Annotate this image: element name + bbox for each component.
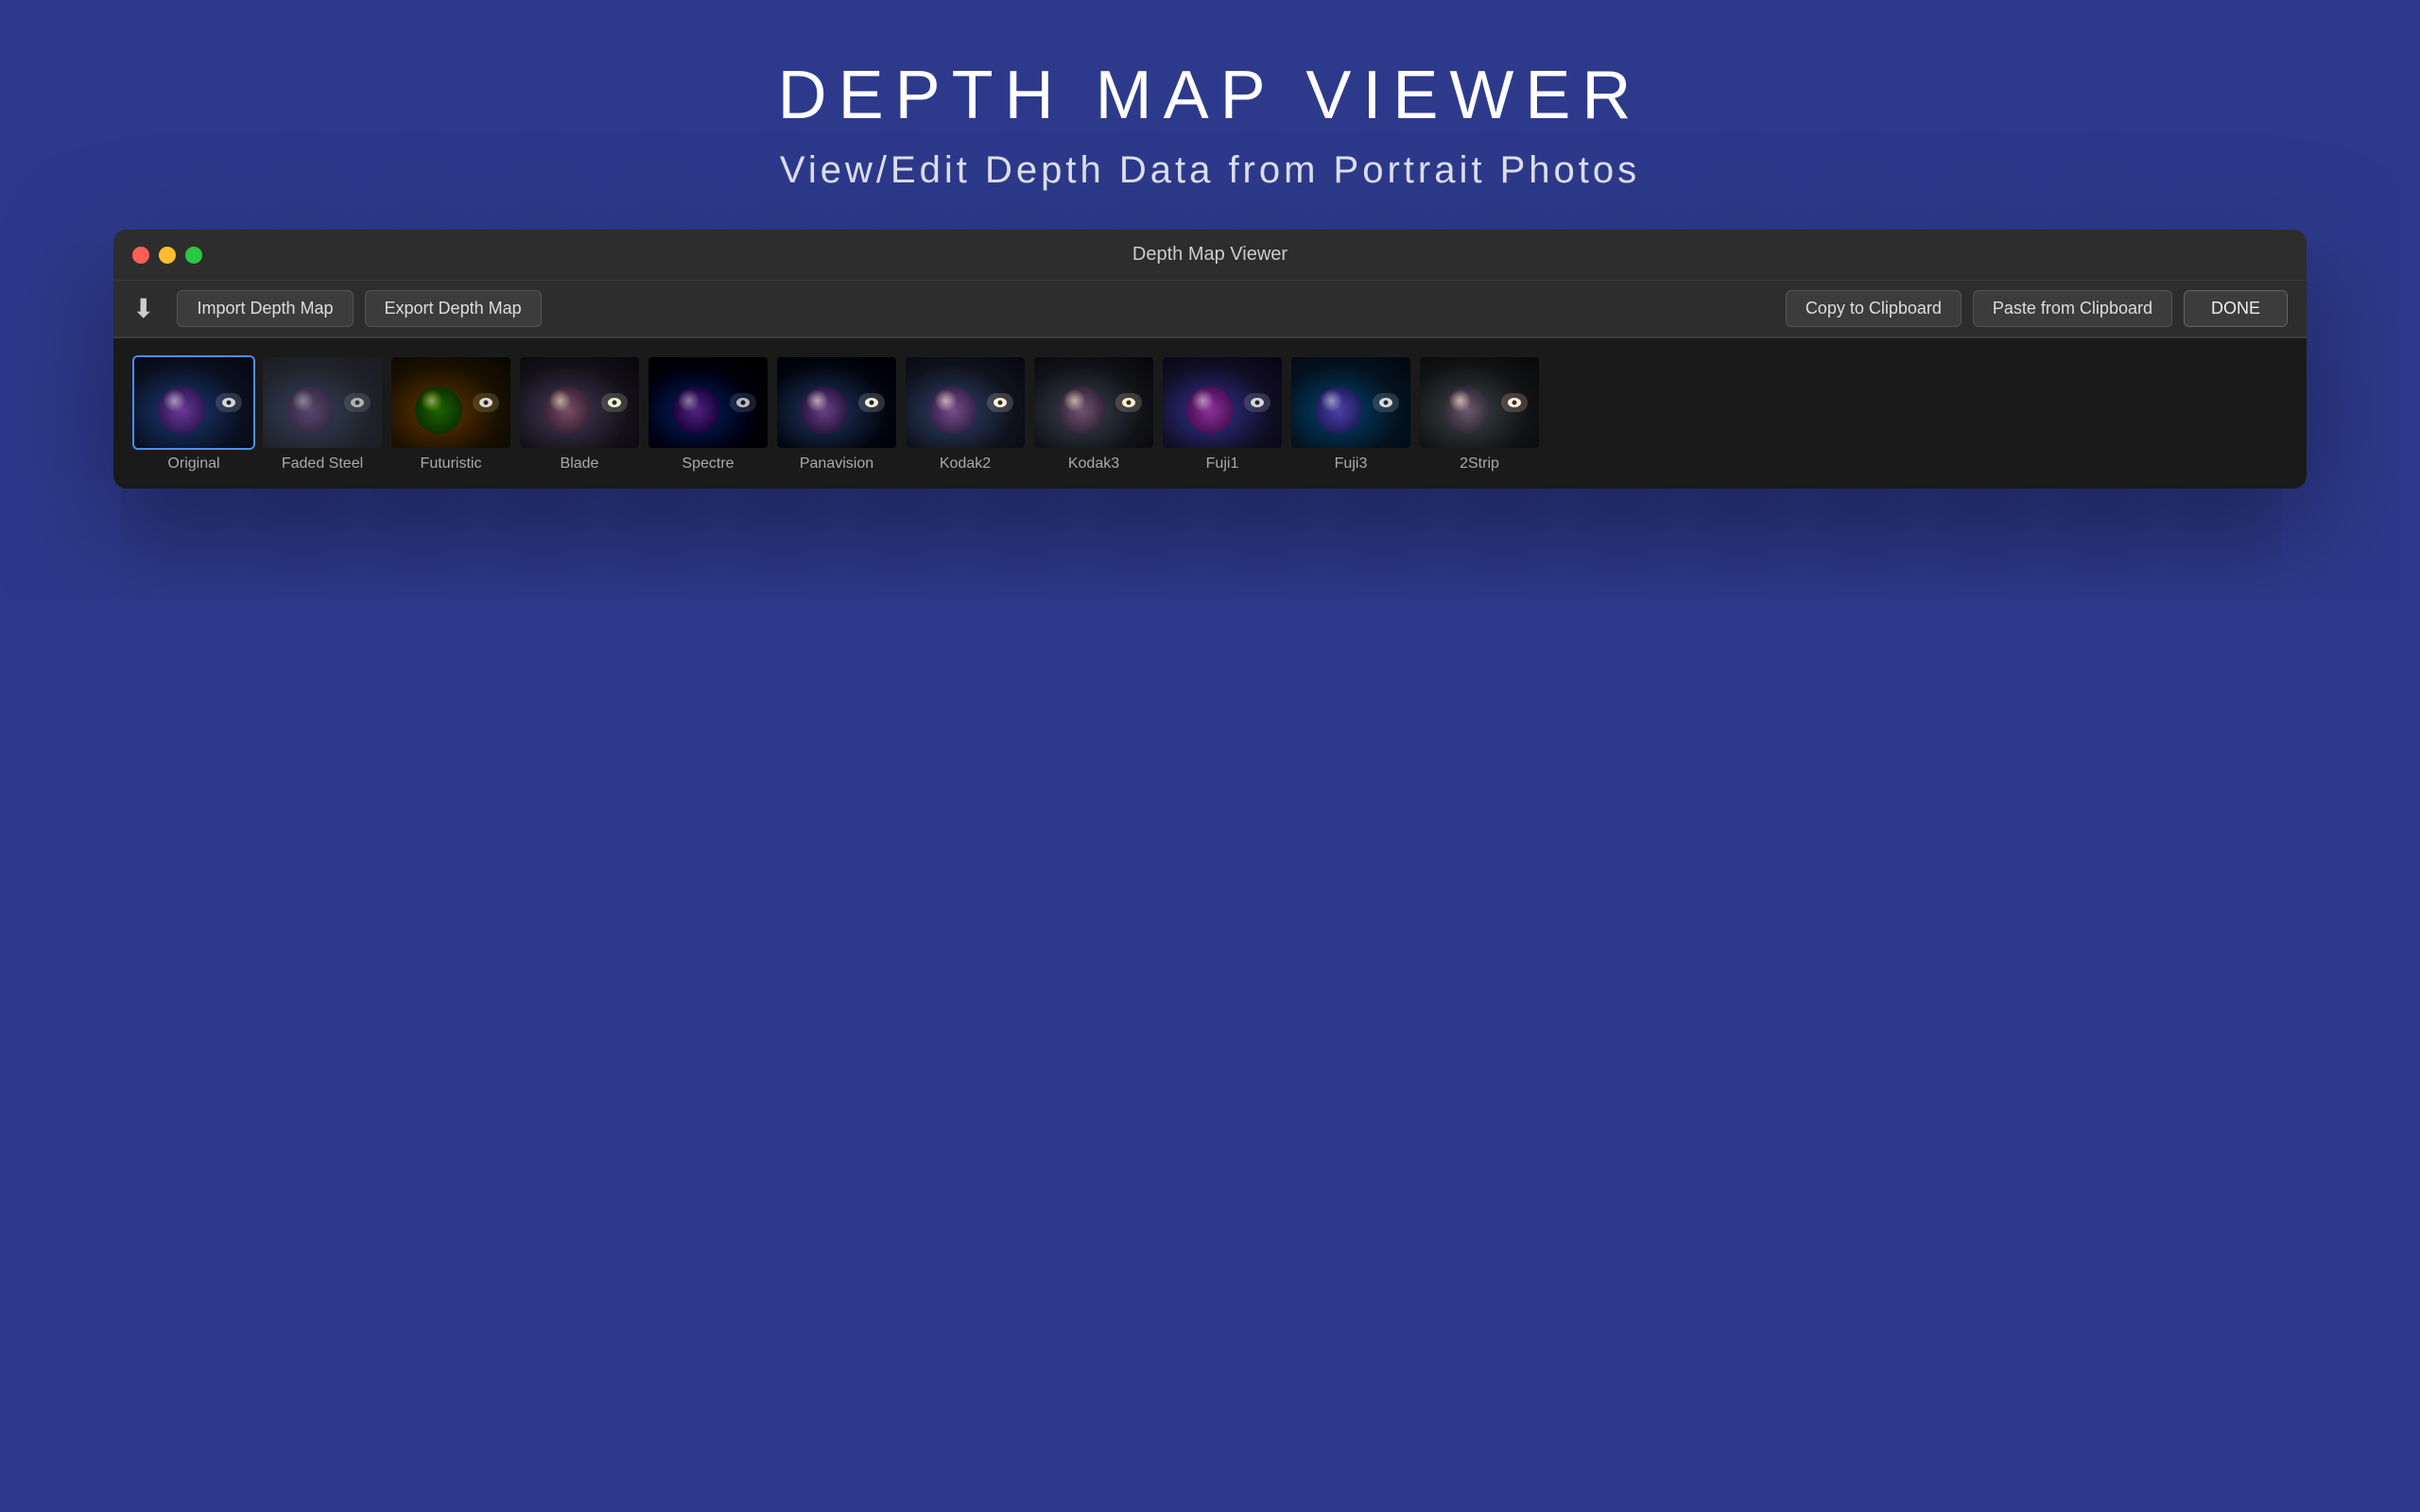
thumbnail-spectre[interactable]: Spectre	[647, 355, 769, 472]
thumbnail-img-kodak3	[1032, 355, 1155, 450]
eye-icon	[216, 393, 242, 412]
thumbnail-label-kodak2: Kodak2	[940, 455, 991, 472]
toolbar-left: ⬇ Import Depth Map Export Depth Map	[132, 290, 542, 327]
thumbnail-img-faded-steel	[261, 355, 384, 450]
traffic-lights	[132, 247, 202, 264]
thumbnail-img-futuristic	[389, 355, 512, 450]
thumbnail-img-2strip	[1418, 355, 1541, 450]
eye-icon-blade	[601, 393, 628, 412]
thumbnail-img-kodak2	[904, 355, 1027, 450]
done-button[interactable]: DONE	[2184, 290, 2288, 327]
maximize-button[interactable]	[185, 247, 202, 264]
thumbnail-original[interactable]: Original	[132, 355, 255, 472]
thumbnail-label-2strip: 2Strip	[1460, 455, 1499, 472]
thumbnail-faded-steel[interactable]: Faded Steel	[261, 355, 384, 472]
thumbnail-kodak2[interactable]: Kodak2	[904, 355, 1027, 472]
eye-icon-2strip	[1501, 393, 1528, 412]
app-header: DEPTH MAP VIEWER View/Edit Depth Data fr…	[778, 0, 1643, 230]
eye-icon-kodak3	[1115, 393, 1142, 412]
thumbnail-fuji1[interactable]: Fuji1	[1161, 355, 1284, 472]
title-bar: Depth Map Viewer	[113, 230, 2307, 281]
thumbnail-fuji3[interactable]: Fuji3	[1289, 355, 1412, 472]
eye-icon-kodak2	[987, 393, 1013, 412]
thumbnail-strip: Original Faded Steel	[113, 337, 2307, 489]
thumbnail-panavision[interactable]: Panavision	[775, 355, 898, 472]
window-title: Depth Map Viewer	[1132, 244, 1288, 266]
toolbar: ⬇ Import Depth Map Export Depth Map Copy…	[113, 281, 2307, 337]
thumbnail-label-fuji3: Fuji3	[1335, 455, 1368, 472]
thumbnail-label-spectre: Spectre	[682, 455, 734, 472]
eye-icon-fuji1	[1244, 393, 1270, 412]
thumbnail-img-panavision	[775, 355, 898, 450]
thumbnail-futuristic[interactable]: Futuristic	[389, 355, 512, 472]
minimize-button[interactable]	[159, 247, 176, 264]
thumbnail-blade[interactable]: Blade	[518, 355, 641, 472]
eye-icon-spectre	[730, 393, 756, 412]
thumbnail-label-original: Original	[167, 455, 219, 472]
app-subtitle: View/Edit Depth Data from Portrait Photo…	[778, 149, 1643, 192]
thumbnail-img-blade	[518, 355, 641, 450]
thumbnail-label-blade: Blade	[561, 455, 599, 472]
thumbnail-label-kodak3: Kodak3	[1068, 455, 1119, 472]
thumbnail-label-faded-steel: Faded Steel	[282, 455, 363, 472]
thumbnail-2strip[interactable]: 2Strip	[1418, 355, 1541, 472]
thumbnail-img-fuji3	[1289, 355, 1412, 450]
thumbnail-img-spectre	[647, 355, 769, 450]
app-title: DEPTH MAP VIEWER	[778, 57, 1643, 134]
eye-icon-panavision	[858, 393, 885, 412]
eye-icon-fuji3	[1373, 393, 1399, 412]
thumbnail-label-fuji1: Fuji1	[1206, 455, 1239, 472]
main-window: Depth Map Viewer ⬇ Import Depth Map Expo…	[113, 230, 2307, 489]
thumbnail-label-panavision: Panavision	[800, 455, 873, 472]
close-button[interactable]	[132, 247, 149, 264]
save-icon[interactable]: ⬇	[132, 293, 154, 324]
eye-icon-futuristic	[473, 393, 499, 412]
copy-to-clipboard-button[interactable]: Copy to Clipboard	[1786, 290, 1962, 327]
import-depth-map-button[interactable]: Import Depth Map	[177, 290, 353, 327]
thumbnail-img-original	[132, 355, 255, 450]
thumbnail-label-futuristic: Futuristic	[421, 455, 482, 472]
export-depth-map-button[interactable]: Export Depth Map	[365, 290, 542, 327]
eye-icon-faded	[344, 393, 371, 412]
toolbar-right: Copy to Clipboard Paste from Clipboard D…	[1786, 290, 2288, 327]
thumbnail-kodak3[interactable]: Kodak3	[1032, 355, 1155, 472]
thumbnail-img-fuji1	[1161, 355, 1284, 450]
paste-from-clipboard-button[interactable]: Paste from Clipboard	[1973, 290, 2172, 327]
